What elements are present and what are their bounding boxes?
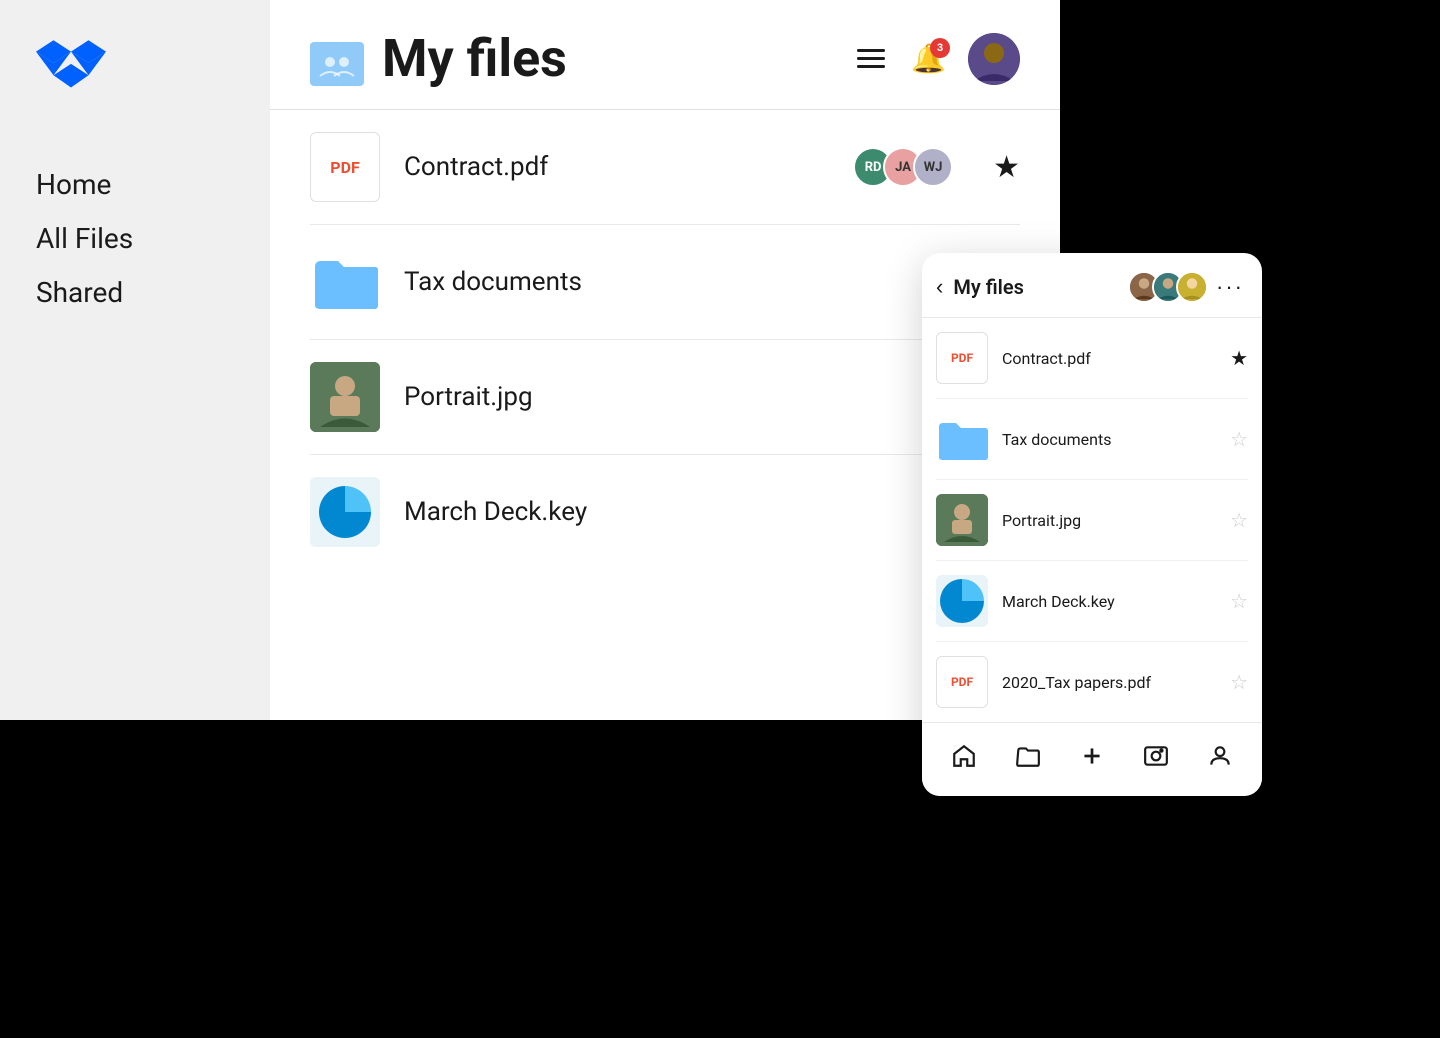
panel-star-button-tax[interactable]: ☆	[1230, 427, 1248, 452]
panel-file-thumb-tax2: PDF	[936, 656, 988, 708]
main-header: My files 🔔 3	[270, 0, 1060, 110]
panel-file-thumb-tax	[936, 413, 988, 465]
folder-icon	[310, 247, 380, 317]
panel-file-name-march-deck: March Deck.key	[1002, 592, 1230, 611]
page-title: My files	[382, 28, 567, 89]
panel-file-item-tax[interactable]: Tax documents ☆	[936, 399, 1248, 480]
hamburger-line-3	[857, 65, 885, 68]
user-avatar-img	[968, 33, 1020, 85]
photo-nav-icon	[1143, 743, 1169, 769]
panel-back-button[interactable]: ‹	[936, 274, 953, 300]
panel-more-button[interactable]: ···	[1216, 274, 1244, 300]
panel-nav-profile-button[interactable]	[1197, 739, 1243, 780]
sidebar: Home All Files Shared	[0, 0, 270, 720]
panel-nav-photo-button[interactable]	[1133, 739, 1179, 780]
file-item-portrait[interactable]: Portrait.jpg ☆	[310, 340, 1020, 455]
panel-header-avatars	[1128, 271, 1208, 303]
panel-nav-add-button[interactable]	[1069, 739, 1115, 780]
panel-star-button-portrait[interactable]: ☆	[1230, 508, 1248, 533]
home-nav-icon	[951, 743, 977, 769]
notification-badge: 3	[930, 38, 950, 58]
panel-pdf-label-2: PDF	[951, 675, 973, 689]
panel-avatar-3-img	[1178, 273, 1206, 301]
header-right: 🔔 3	[853, 33, 1020, 85]
dropbox-logo-icon	[36, 40, 106, 100]
panel-file-name-portrait: Portrait.jpg	[1002, 511, 1230, 530]
panel-pdf-label: PDF	[951, 351, 973, 365]
folder-nav-icon	[1015, 743, 1041, 769]
file-item-contract[interactable]: PDF Contract.pdf RD JA WJ ★	[310, 110, 1020, 225]
panel-star-button-contract[interactable]: ★	[1230, 346, 1248, 371]
main-nav: Home All Files Shared	[36, 164, 234, 326]
panel-folder-icon	[936, 413, 988, 465]
logo	[36, 40, 234, 104]
person-nav-icon	[1207, 743, 1233, 769]
panel-avatar-3	[1176, 271, 1208, 303]
hamburger-line-1	[857, 49, 885, 52]
panel-file-item-tax2[interactable]: PDF 2020_Tax papers.pdf ☆	[936, 642, 1248, 722]
file-item-tax-documents[interactable]: Tax documents ☆	[310, 225, 1020, 340]
pdf-label: PDF	[330, 158, 360, 177]
star-button-contract[interactable]: ★	[993, 150, 1020, 185]
menu-button[interactable]	[853, 45, 889, 72]
header-left: My files	[310, 28, 567, 89]
black-area-right	[1060, 0, 1440, 260]
panel-bottom-nav	[922, 722, 1262, 796]
panel-title: My files	[953, 275, 1128, 299]
panel-file-thumb-portrait	[936, 494, 988, 546]
file-item-march-deck[interactable]: March Deck.key ☆	[310, 455, 1020, 569]
file-collaborators-contract: RD JA WJ	[853, 147, 953, 187]
file-name-march-deck: March Deck.key	[404, 497, 993, 527]
file-name-portrait: Portrait.jpg	[404, 382, 993, 412]
panel-star-button-march-deck[interactable]: ☆	[1230, 589, 1248, 614]
file-thumb-march-deck	[310, 477, 380, 547]
file-thumb-contract: PDF	[310, 132, 380, 202]
panel-file-item-march-deck[interactable]: March Deck.key ☆	[936, 561, 1248, 642]
panel-nav-home-button[interactable]	[941, 739, 987, 780]
panel-file-thumb-march-deck	[936, 575, 988, 627]
sidebar-item-shared[interactable]: Shared	[36, 272, 234, 314]
panel-file-name-tax2: 2020_Tax papers.pdf	[1002, 673, 1230, 692]
collaborator-avatar-wj: WJ	[913, 147, 953, 187]
panel-file-name-contract: Contract.pdf	[1002, 349, 1230, 368]
panel-file-item-contract[interactable]: PDF Contract.pdf ★	[936, 318, 1248, 399]
hamburger-line-2	[857, 57, 885, 60]
user-avatar[interactable]	[968, 33, 1020, 85]
portrait-preview	[310, 362, 380, 432]
panel-file-item-portrait[interactable]: Portrait.jpg ☆	[936, 480, 1248, 561]
panel-header: ‹ My files	[922, 253, 1262, 318]
file-thumb-portrait	[310, 362, 380, 432]
panel-portrait-preview	[936, 494, 988, 546]
sidebar-item-home[interactable]: Home	[36, 164, 234, 206]
file-thumb-tax	[310, 247, 380, 317]
panel-file-thumb-contract: PDF	[936, 332, 988, 384]
plus-nav-icon	[1079, 743, 1105, 769]
file-name-contract: Contract.pdf	[404, 152, 853, 182]
panel-file-list: PDF Contract.pdf ★ Tax documents ☆	[922, 318, 1262, 722]
notification-button[interactable]: 🔔 3	[911, 42, 946, 75]
panel-keynote-icon	[936, 575, 988, 627]
sidebar-item-all-files[interactable]: All Files	[36, 218, 234, 260]
mobile-panel: ‹ My files	[922, 253, 1262, 796]
panel-star-button-tax2[interactable]: ☆	[1230, 670, 1248, 695]
keynote-pie-icon	[315, 482, 375, 542]
panel-file-name-tax: Tax documents	[1002, 430, 1230, 449]
panel-nav-folder-button[interactable]	[1005, 739, 1051, 780]
file-name-tax: Tax documents	[404, 267, 993, 297]
shared-folder-icon	[310, 32, 364, 86]
